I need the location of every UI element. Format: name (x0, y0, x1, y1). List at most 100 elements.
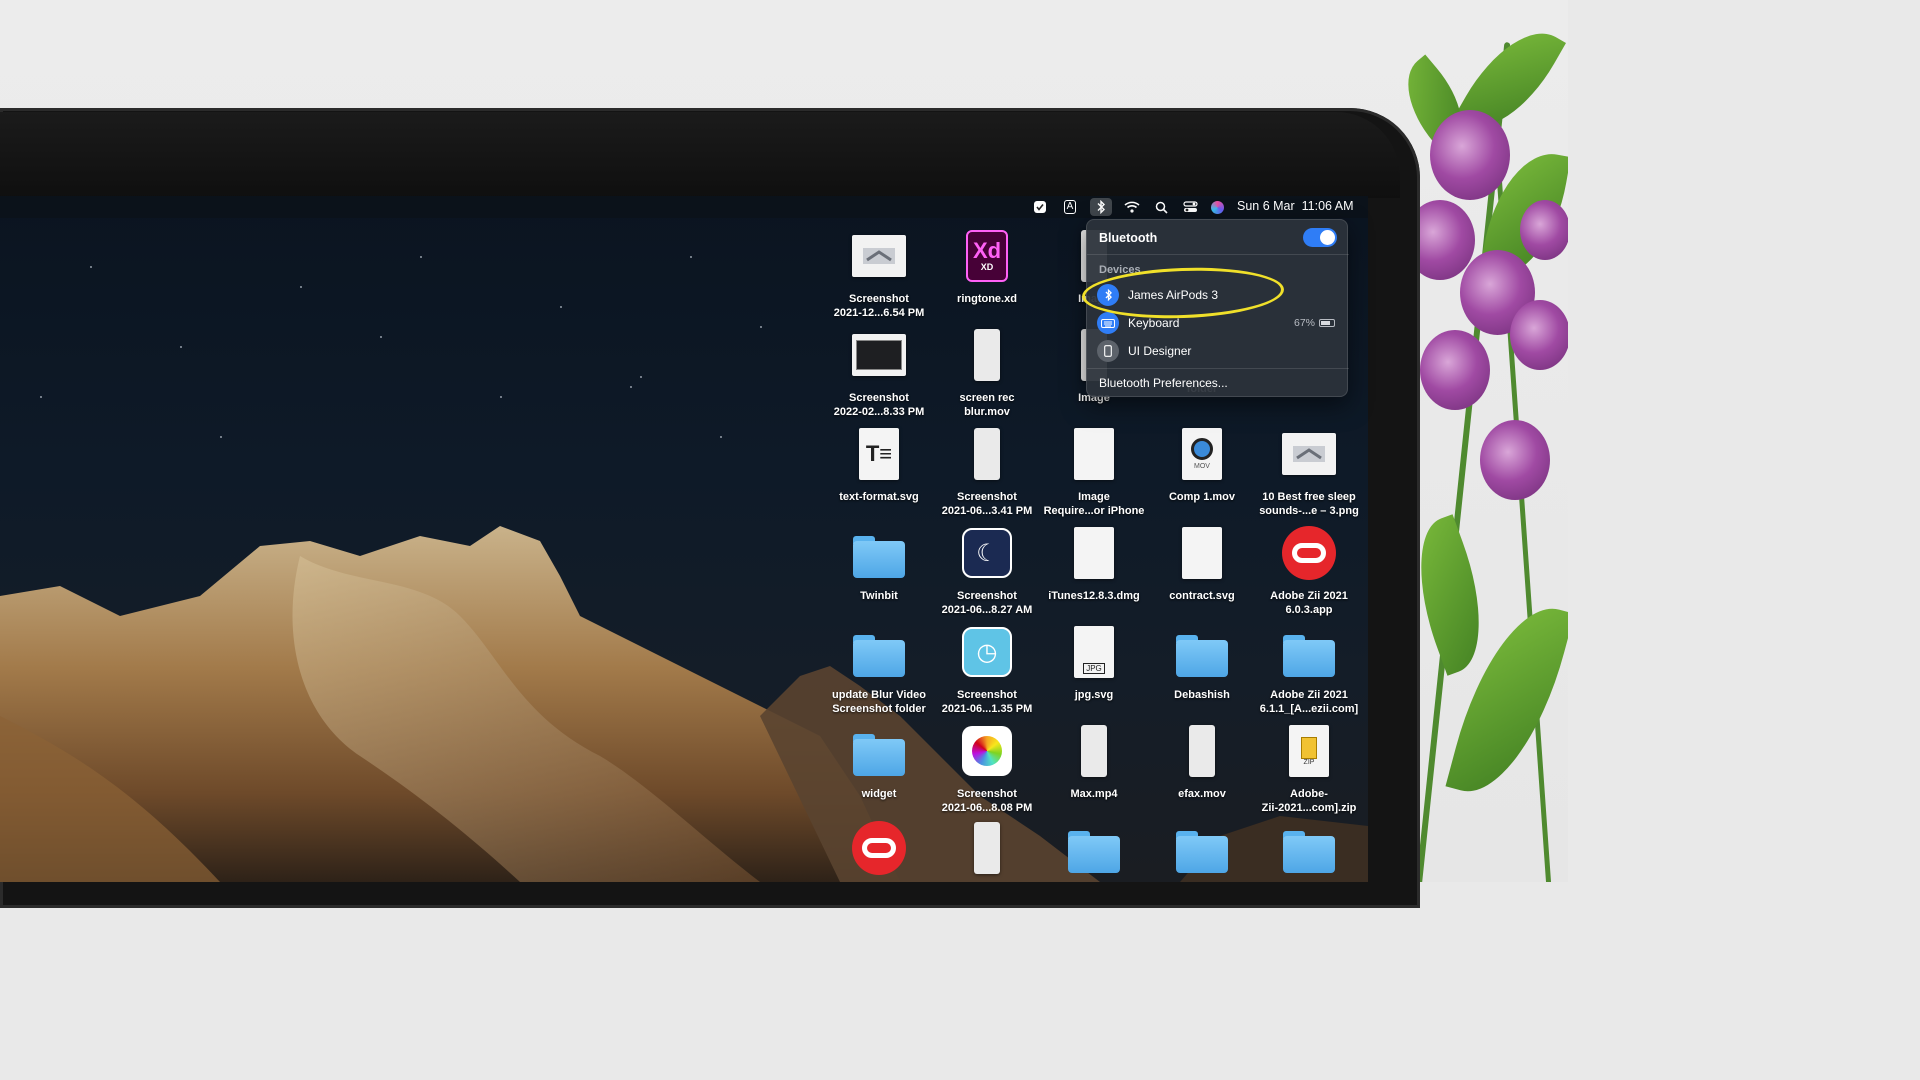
screenshot-thumbnail (852, 334, 906, 376)
desktop-item[interactable]: Adobe Zii 2021 6.1.1_[A...ezii.com] (1255, 624, 1363, 720)
desktop-item-thumbnail (1066, 525, 1122, 581)
input-source-label: A (1063, 200, 1077, 214)
document-icon (1074, 527, 1114, 579)
desktop-item-label: Screenshot 2021-06...3.41 PM (942, 490, 1033, 518)
folder-icon (1068, 831, 1120, 873)
desktop-item-thumbnail (959, 327, 1015, 383)
desktop-item[interactable]: update Blur Video Screenshot folder (825, 624, 933, 720)
desktop-item-thumbnail (851, 525, 907, 581)
label-line1: jpg.svg (1074, 689, 1114, 701)
input-source-icon[interactable]: A (1059, 198, 1081, 216)
desktop-item-thumbnail (1174, 723, 1230, 779)
desktop-item[interactable]: Image Require...or iPhone (1040, 426, 1148, 522)
siri-icon[interactable] (1206, 198, 1228, 216)
jpg-label: JPG (1083, 663, 1105, 674)
desktop-item[interactable]: Screenshot 2021-12...6.54 PM (825, 228, 933, 324)
desktop-item-thumbnail (1281, 426, 1337, 482)
label-line2: 2021-12...6.54 PM (833, 307, 925, 319)
desktop-item-label: Comp 1.mov (1169, 490, 1235, 504)
label-line1: Adobe Zii 2021 (1270, 689, 1348, 701)
bluetooth-icon[interactable] (1090, 198, 1112, 216)
desktop-item[interactable]: Xd XD ringtone.xd (933, 228, 1041, 324)
desktop-item-thumbnail: JPG (1066, 624, 1122, 680)
desktop-item[interactable]: MOV Comp 1.mov (1148, 426, 1256, 522)
desktop-item-thumbnail: MOV (1174, 426, 1230, 482)
movie-file-icon: MOV (1182, 428, 1222, 480)
desktop-item[interactable]: JPG jpg.svg (1040, 624, 1148, 720)
bluetooth-preferences-link[interactable]: Bluetooth Preferences... (1099, 376, 1228, 390)
menubar-clock[interactable]: Sun 6 Mar 11:06 AM (1237, 199, 1354, 213)
desktop-item-thumbnail: T≡ (851, 426, 907, 482)
jpg-file-icon: JPG (1074, 626, 1114, 678)
desktop-item[interactable] (1040, 820, 1148, 916)
desktop-item-label: efax.mov (1178, 787, 1226, 801)
desktop-item[interactable]: ◷ Screenshot 2021-06...1.35 PM (933, 624, 1041, 720)
adobe-creative-cloud-icon (1282, 526, 1336, 580)
desktop-item-label: contract.svg (1169, 589, 1234, 603)
desktop-item[interactable] (825, 820, 933, 916)
desktop-item[interactable]: Screenshot 2021-06...3.41 PM (933, 426, 1041, 522)
desktop-item[interactable]: Debashish (1148, 624, 1256, 720)
desktop-item-label: Max.mp4 (1070, 787, 1117, 801)
label-line1: Twinbit (860, 590, 898, 602)
zip-label: ZIP (1303, 758, 1315, 766)
label-line1: Screenshot (957, 590, 1017, 602)
desktop-item-thumbnail (1066, 723, 1122, 779)
desktop-item-label: Screenshot 2021-06...1.35 PM (942, 688, 1033, 716)
folder-icon (853, 635, 905, 677)
check-icon[interactable] (1029, 198, 1051, 216)
desktop-item[interactable]: T≡ text-format.svg (825, 426, 933, 522)
desktop-item[interactable] (1255, 820, 1363, 916)
control-center-icon[interactable] (1179, 198, 1201, 216)
label-line1: Adobe Zii 2021 (1270, 590, 1348, 602)
divider (1087, 368, 1349, 369)
label-line2: sounds-...e – 3.png (1259, 505, 1359, 517)
desktop-item[interactable]: 10 Best free sleep sounds-...e – 3.png (1255, 426, 1363, 522)
desktop-item-label: ringtone.xd (957, 292, 1017, 306)
desktop-item[interactable]: Screenshot 2022-02...8.33 PM (825, 327, 933, 423)
desktop-item[interactable] (1148, 820, 1256, 916)
label-line1: Image (1078, 491, 1110, 503)
desktop-item[interactable]: Twinbit (825, 525, 933, 621)
video-thumbnail (974, 329, 1000, 381)
desktop-item-thumbnail (851, 723, 907, 779)
desktop-item[interactable]: contract.svg (1148, 525, 1256, 621)
label-line2: blur.mov (964, 406, 1010, 418)
label-line2: 2021-06...8.08 PM (941, 802, 1033, 814)
desktop-item-thumbnail: ☾ (959, 525, 1015, 581)
label-line1: contract.svg (1169, 590, 1235, 602)
label-line1: text-format.svg (839, 491, 919, 503)
bluetooth-toggle[interactable] (1303, 228, 1337, 247)
desktop-item-label: iTunes12.8.3.dmg (1048, 589, 1140, 603)
keyboard-icon (1097, 312, 1119, 334)
desktop-item[interactable]: Max.mp4 (1040, 723, 1148, 819)
desktop-item[interactable] (933, 820, 1041, 916)
desktop-item[interactable]: iTunes12.8.3.dmg (1040, 525, 1148, 621)
desktop-item[interactable]: ☾ Screenshot 2021-06...8.27 AM (933, 525, 1041, 621)
spotlight-icon[interactable] (1150, 198, 1172, 216)
desktop-item[interactable]: screen rec blur.mov (933, 327, 1041, 423)
desktop-item[interactable]: Screenshot 2021-06...8.08 PM (933, 723, 1041, 819)
xd-text: Xd (972, 238, 1002, 263)
label-line2: 2021-06...8.27 AM (941, 604, 1033, 616)
video-thumbnail (974, 428, 1000, 480)
label-line1: Screenshot (957, 788, 1017, 800)
desktop-item[interactable]: widget (825, 723, 933, 819)
xd-sub: XD (980, 262, 994, 272)
wifi-icon[interactable] (1121, 198, 1143, 216)
screenshot-thumbnail (852, 235, 906, 277)
desktop-item[interactable]: ZIP Adobe- Zii-2021...com].zip (1255, 723, 1363, 819)
device-row-ui-designer[interactable]: UI Designer (1097, 338, 1339, 364)
mov-label: MOV (1194, 463, 1210, 470)
desktop-item-thumbnail (1066, 820, 1122, 876)
desktop-item-thumbnail (1174, 525, 1230, 581)
desktop-item[interactable]: Adobe Zii 2021 6.0.3.app (1255, 525, 1363, 621)
desktop-item[interactable]: efax.mov (1148, 723, 1256, 819)
label-line1: ringtone.xd (957, 293, 1017, 305)
document-icon (1182, 527, 1222, 579)
zip-archive-icon: ZIP (1289, 725, 1329, 777)
label-line1: 10 Best free sleep (1262, 491, 1356, 503)
label-line1: Comp 1.mov (1168, 491, 1235, 503)
label-line2: 2021-06...1.35 PM (941, 703, 1033, 715)
video-thumbnail (1189, 725, 1215, 777)
